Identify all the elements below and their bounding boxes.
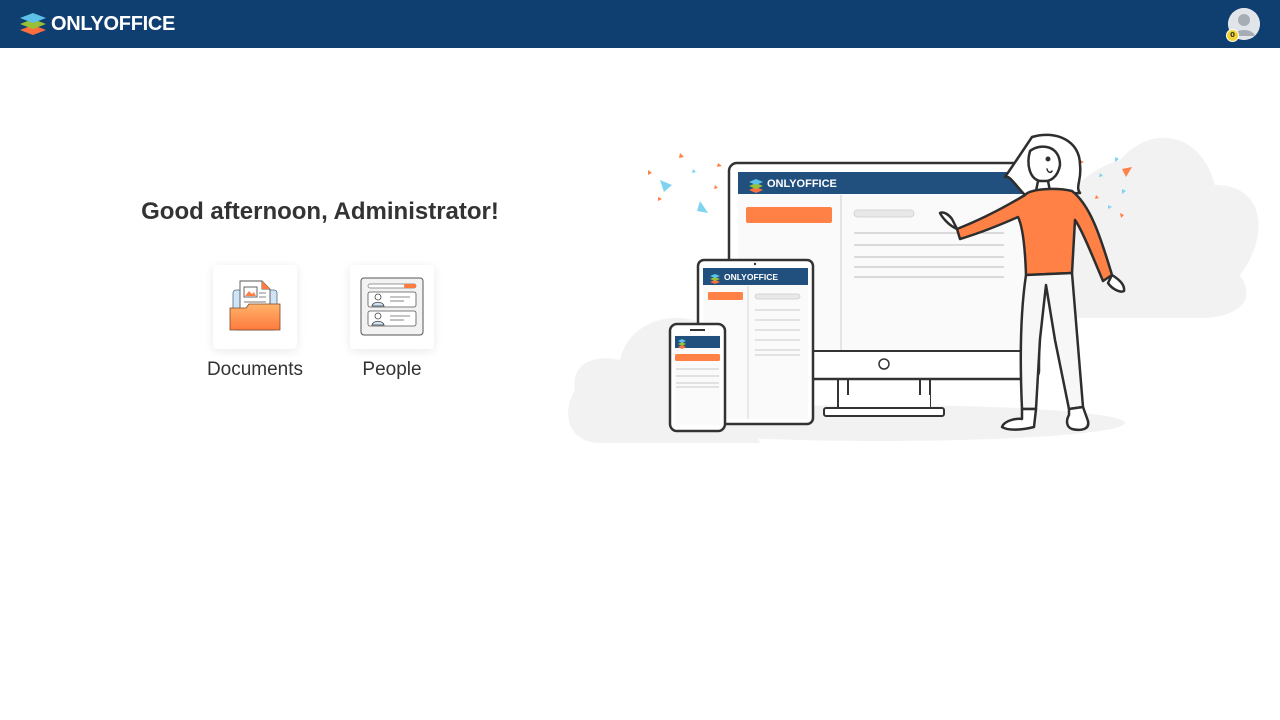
people-tile[interactable] — [350, 265, 434, 349]
onlyoffice-logo[interactable]: ONLYOFFICE — [18, 10, 175, 38]
greeting-title: Good afternoon, Administrator! — [141, 198, 499, 225]
logo-text: ONLYOFFICE — [51, 13, 176, 35]
documents-tile[interactable] — [213, 265, 297, 349]
welcome-illustration: ONLYOFFICE ONLYOFFICE — [568, 133, 1259, 443]
tablet-logo-text: ONLYOFFICE — [724, 272, 778, 282]
people-cards-icon — [360, 277, 424, 336]
notification-badge: 0 — [1226, 29, 1239, 42]
phone-device — [668, 322, 727, 433]
top-header: ONLYOFFICE 0 — [0, 0, 1280, 48]
folder-documents-icon — [229, 280, 281, 331]
people-label[interactable]: People — [332, 359, 452, 381]
tablet-logo-icon — [710, 274, 720, 284]
onlyoffice-layers-icon — [20, 13, 46, 35]
monitor-logo-text: ONLYOFFICE — [767, 178, 837, 190]
phone-logo-icon — [678, 339, 686, 349]
documents-label[interactable]: Documents — [195, 359, 315, 381]
documents-module[interactable]: Documents — [195, 265, 315, 381]
people-module[interactable]: People — [332, 265, 452, 381]
